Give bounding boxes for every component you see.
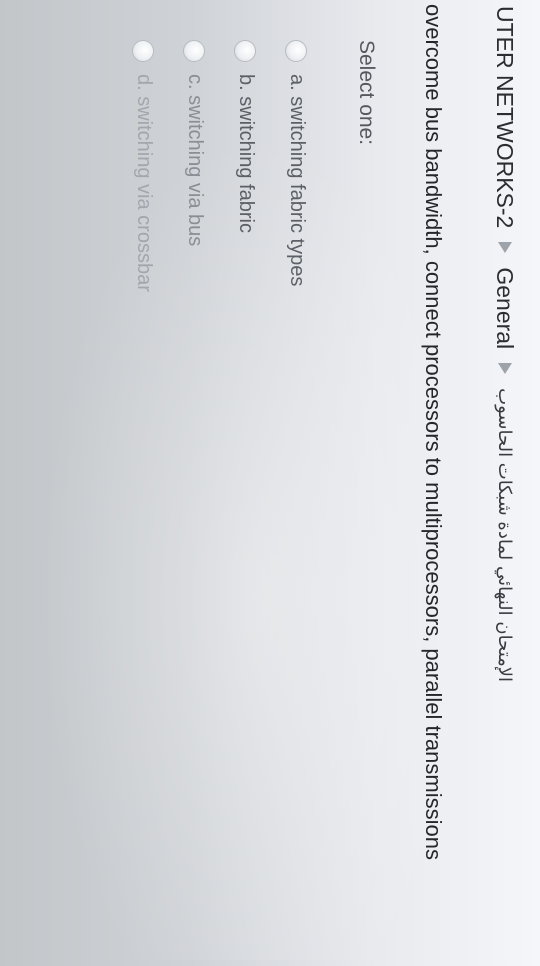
- quiz-page: UTER NETWORKS-2 General الإمتحان النهائي…: [0, 0, 540, 960]
- radio-button-d[interactable]: [132, 40, 155, 62]
- breadcrumb-exam-link[interactable]: الإمتحان النهائي لمادة شبكات الحاسوب: [495, 388, 516, 682]
- answer-option-label: d. switching via crossbar: [133, 74, 155, 292]
- answer-option-label: c. switching via bus: [184, 74, 206, 247]
- radio-button-b[interactable]: [234, 40, 257, 62]
- breadcrumb: UTER NETWORKS-2 General الإمتحان النهائي…: [470, 0, 540, 966]
- answer-option-b[interactable]: b. switching fabric: [220, 40, 271, 292]
- answer-option-label: b. switching fabric: [235, 74, 257, 233]
- breadcrumb-arrow-icon: [498, 242, 512, 254]
- breadcrumb-course-link[interactable]: UTER NETWORKS-2: [492, 6, 519, 228]
- answer-option-c[interactable]: c. switching via bus: [169, 40, 220, 292]
- question-text: overcome bus bandwidth, connect processo…: [421, 4, 446, 860]
- breadcrumb-arrow-icon: [498, 363, 512, 375]
- answer-option-a[interactable]: a. switching fabric types: [271, 40, 322, 292]
- answer-option-d[interactable]: d. switching via crossbar: [118, 40, 169, 292]
- radio-button-c[interactable]: [183, 40, 206, 62]
- select-one-label: Select one:: [355, 40, 378, 146]
- answer-option-label: a. switching fabric types: [286, 74, 308, 287]
- radio-button-a[interactable]: [285, 40, 308, 62]
- answer-options: a. switching fabric types b. switching f…: [118, 40, 322, 292]
- breadcrumb-section-link[interactable]: General: [492, 267, 519, 349]
